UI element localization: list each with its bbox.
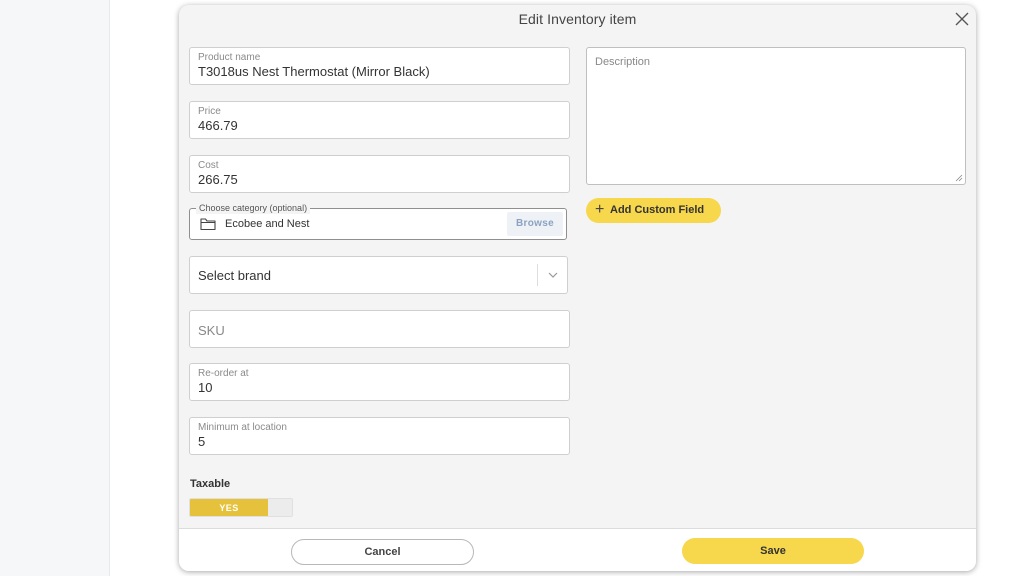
cost-field[interactable]: Cost 266.75 (189, 155, 570, 193)
price-label: Price (198, 106, 221, 117)
product-name-label: Product name (198, 52, 261, 63)
close-icon (955, 12, 969, 26)
product-name-field[interactable]: Product name T3018us Nest Thermostat (Mi… (189, 47, 570, 85)
minimum-at-location-value: 5 (198, 434, 206, 449)
browse-button[interactable]: Browse (507, 212, 563, 236)
save-button[interactable]: Save (682, 538, 864, 564)
minimum-at-location-label: Minimum at location (198, 422, 287, 433)
taxable-toggle-yes[interactable]: YES (190, 499, 268, 516)
category-value: Ecobee and Nest (225, 218, 310, 230)
description-placeholder: Description (595, 56, 651, 68)
reorder-at-field[interactable]: Re-order at 10 (189, 363, 570, 401)
modal-title: Edit Inventory item (518, 11, 637, 27)
brand-select-value: Select brand (198, 268, 271, 283)
modal-footer: Cancel Save (179, 529, 976, 571)
edit-inventory-modal: Edit Inventory item Product name T3018us… (179, 5, 976, 571)
product-name-value: T3018us Nest Thermostat (Mirror Black) (198, 64, 430, 79)
add-custom-field-label: Add Custom Field (610, 204, 705, 216)
price-field[interactable]: Price 466.79 (189, 101, 570, 139)
taxable-label: Taxable (190, 478, 231, 490)
reorder-at-label: Re-order at (198, 368, 249, 379)
reorder-at-value: 10 (198, 380, 213, 395)
category-label: Choose category (optional) (196, 202, 311, 214)
sku-field[interactable]: SKU (189, 310, 570, 348)
plus-icon: + (595, 201, 605, 218)
sku-placeholder: SKU (198, 323, 225, 338)
description-textarea[interactable]: Description (586, 47, 966, 185)
taxable-toggle[interactable]: YES (189, 498, 293, 517)
chevron-down-icon[interactable] (547, 269, 559, 281)
select-divider (537, 264, 538, 286)
price-value: 466.79 (198, 118, 238, 133)
cancel-button[interactable]: Cancel (291, 539, 474, 565)
page-background-sidebar (0, 0, 110, 576)
category-picker[interactable]: Choose category (optional) Ecobee and Ne… (189, 202, 567, 240)
folder-icon (200, 218, 216, 231)
brand-select[interactable]: Select brand (189, 256, 568, 294)
resize-grip-icon[interactable] (955, 174, 963, 182)
close-button[interactable] (954, 11, 970, 27)
cost-label: Cost (198, 160, 219, 171)
cost-value: 266.75 (198, 172, 238, 187)
minimum-at-location-field[interactable]: Minimum at location 5 (189, 417, 570, 455)
add-custom-field-button[interactable]: + Add Custom Field (586, 198, 721, 223)
